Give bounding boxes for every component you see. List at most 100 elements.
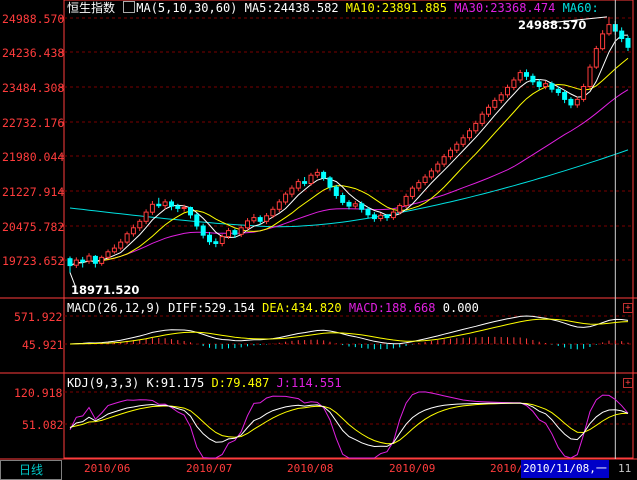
candle-body [156, 203, 162, 207]
price-axis-label: 22732.176 [2, 116, 65, 130]
macd-expand-icon[interactable]: + [623, 303, 633, 313]
candle-body [549, 83, 555, 90]
candle-body [200, 225, 206, 236]
candle-body [251, 217, 257, 222]
macd-axis-label: 571.922 [14, 310, 63, 324]
ma30-value: MA30:23368.474 [454, 1, 556, 15]
candle-body [289, 187, 295, 195]
candle-body [409, 187, 415, 197]
x-axis-label: 2010/09 [389, 462, 436, 475]
cursor-date-label: 2010/11/08,一 [521, 460, 609, 478]
candle-body [473, 122, 479, 132]
candle-body [314, 171, 320, 176]
candle-body [498, 94, 504, 101]
candle-body [86, 255, 92, 262]
candle-body [378, 214, 384, 220]
candle-body [600, 33, 606, 50]
ma5-value: MA5:24438.582 [244, 1, 339, 15]
ma10-value: MA10:23891.885 [345, 1, 447, 15]
candle-body [99, 256, 105, 264]
candle-body [169, 201, 174, 207]
candle-body [238, 227, 244, 235]
candle-body [397, 205, 403, 213]
candle-body [149, 203, 155, 213]
macd-header: MACD(26,12,9) DIFF:529.154 DEA:434.820 M… [67, 301, 479, 315]
candle-body [435, 163, 441, 172]
price-axis-label: 24236.438 [2, 46, 65, 60]
candle-body [365, 208, 371, 216]
candle-body [543, 83, 549, 87]
x-axis-label: 2010/08 [287, 462, 334, 475]
candle-body [333, 186, 339, 196]
candle-body [422, 176, 428, 183]
candle-body [194, 214, 200, 227]
price-axis-label: 23484.308 [2, 81, 65, 95]
kdj-expand-icon[interactable]: + [623, 378, 633, 388]
candle-body [536, 81, 542, 88]
candle-body [511, 79, 517, 88]
macd-diff: DIFF:529.154 [168, 301, 255, 315]
candle-body [245, 220, 250, 229]
ma5-line [69, 34, 629, 267]
candle-body [67, 258, 73, 267]
macd-dea-line [69, 318, 629, 345]
candle-body [403, 195, 409, 207]
candle-body [581, 86, 587, 100]
candle-body [587, 66, 593, 87]
macd-axis-label: 45.921 [22, 338, 64, 352]
candle-body [213, 241, 219, 244]
candle-body [276, 201, 282, 210]
candle-body [340, 195, 346, 203]
macd-diff-line [69, 315, 629, 345]
candle-body [625, 38, 631, 48]
high-annotation: 24988.570 [518, 18, 587, 32]
candle-body [352, 203, 358, 207]
candle-body [454, 143, 460, 151]
candle-body [505, 86, 510, 96]
x-axis-label: 2010/06 [84, 462, 131, 475]
macd-zero: 0.000 [442, 301, 479, 315]
ma-spec: MA(5,10,30,60) [136, 1, 238, 15]
candle-body [593, 48, 599, 68]
main-index-name: 恒生指数 [67, 1, 116, 15]
candle-body [384, 214, 390, 219]
candle-body [308, 174, 314, 184]
candle-body [555, 88, 561, 94]
candle-body [524, 72, 529, 77]
kdj-d: D:79.487 [211, 376, 270, 390]
candle-body [492, 99, 498, 108]
period-tab-daily[interactable]: 日线 [0, 460, 62, 480]
candle-body [226, 230, 231, 238]
price-axis-label: 24988.570 [2, 12, 65, 26]
candle-body [219, 236, 225, 245]
kdj-k: K:91.175 [146, 376, 205, 390]
candle-body [270, 208, 276, 217]
candle-body [118, 241, 124, 249]
price-axis-label: 20475.782 [2, 220, 65, 234]
kdj-axis-label: 120.918 [14, 386, 63, 400]
candle-body [143, 211, 149, 222]
candle-body [175, 205, 181, 209]
price-axis-label: 19723.652 [2, 254, 65, 268]
candle-body [619, 30, 625, 40]
candle-body [327, 177, 333, 188]
price-axis-label: 21980.044 [2, 150, 65, 164]
stock-chart[interactable] [0, 0, 637, 480]
candle-body [130, 227, 136, 235]
price-header: 恒生指数 MA(5,10,30,60) MA5:24438.582 MA10:2… [67, 1, 599, 15]
kdj-axis-label: 51.082 [22, 418, 64, 432]
candle-body [568, 98, 574, 106]
candle-body [188, 207, 193, 216]
candle-body [486, 106, 491, 115]
candle-body [92, 255, 98, 264]
ma30-line [69, 89, 629, 267]
price-axis-label: 21227.914 [2, 185, 65, 199]
candle-body [80, 259, 86, 263]
candle-body [371, 214, 377, 220]
candle-body [448, 149, 453, 158]
candle-body [111, 247, 117, 253]
macd-dea: DEA:434.820 [262, 301, 342, 315]
kdj-j: J:114.551 [276, 376, 342, 390]
candle-body [530, 75, 536, 83]
ma-toggle-icon[interactable] [123, 1, 136, 13]
